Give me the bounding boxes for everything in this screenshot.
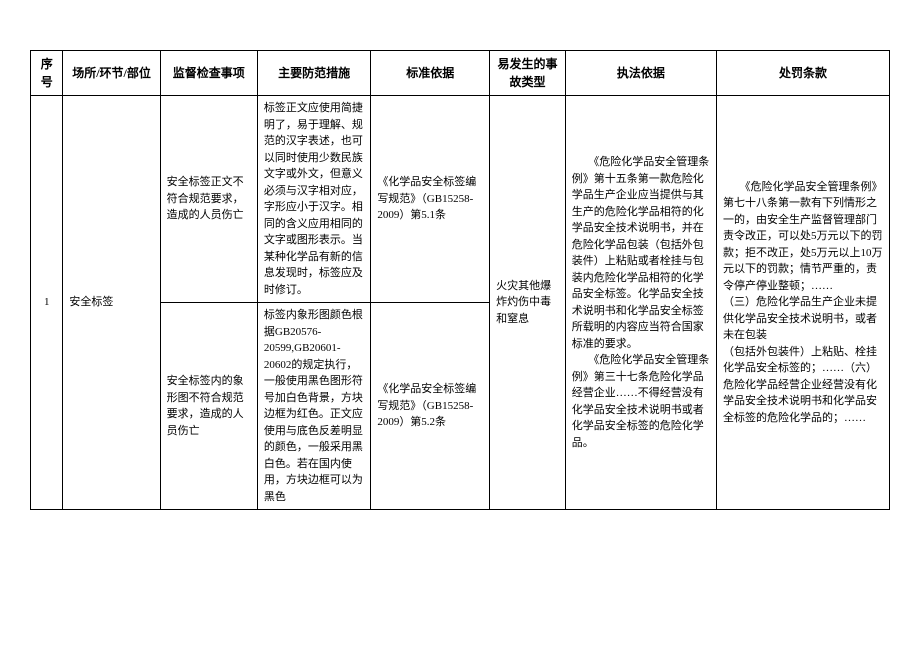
header-place: 场所/环节/部位 [63, 51, 160, 96]
cell-penalty: 《危险化学品安全管理条例》第七十八条第一款有下列情形之一的，由安全生产监督管理部… [717, 96, 890, 510]
header-accident: 易发生的事故类型 [490, 51, 566, 96]
header-seq: 序号 [31, 51, 63, 96]
cell-accident: 火灾其他爆炸灼伤中毒和窒息 [490, 96, 566, 510]
header-standard: 标准依据 [371, 51, 490, 96]
cell-law: 《危险化学品安全管理条例》第十五条第一款危险化学品生产企业应当提供与其生产的危险… [565, 96, 716, 510]
header-penalty: 处罚条款 [717, 51, 890, 96]
header-law: 执法依据 [565, 51, 716, 96]
cell-place: 安全标签 [63, 96, 160, 510]
regulation-table: 序号 场所/环节/部位 监督检查事项 主要防范措施 标准依据 易发生的事故类型 … [30, 50, 890, 510]
cell-standard-2: 《化学品安全标签编写规范》（GB15258-2009）第5.2条 [371, 303, 490, 510]
cell-check-1: 安全标签正文不符合规范要求，造成的人员伤亡 [160, 96, 257, 303]
cell-seq: 1 [31, 96, 63, 510]
header-check: 监督检查事项 [160, 51, 257, 96]
cell-check-2: 安全标签内的象形图不符合规范要求，造成的人员伤亡 [160, 303, 257, 510]
table-header-row: 序号 场所/环节/部位 监督检查事项 主要防范措施 标准依据 易发生的事故类型 … [31, 51, 890, 96]
cell-measure-1: 标签正文应使用简捷明了，易于理解、规范的汉字表述，也可以同时使用少数民族文字或外… [257, 96, 370, 303]
table-row: 1 安全标签 安全标签正文不符合规范要求，造成的人员伤亡 标签正文应使用简捷明了… [31, 96, 890, 303]
cell-measure-2: 标签内象形图颜色根据GB20576-20599,GB20601-20602的规定… [257, 303, 370, 510]
cell-standard-1: 《化学品安全标签编写规范》（GB15258-2009）第5.1条 [371, 96, 490, 303]
header-measure: 主要防范措施 [257, 51, 370, 96]
